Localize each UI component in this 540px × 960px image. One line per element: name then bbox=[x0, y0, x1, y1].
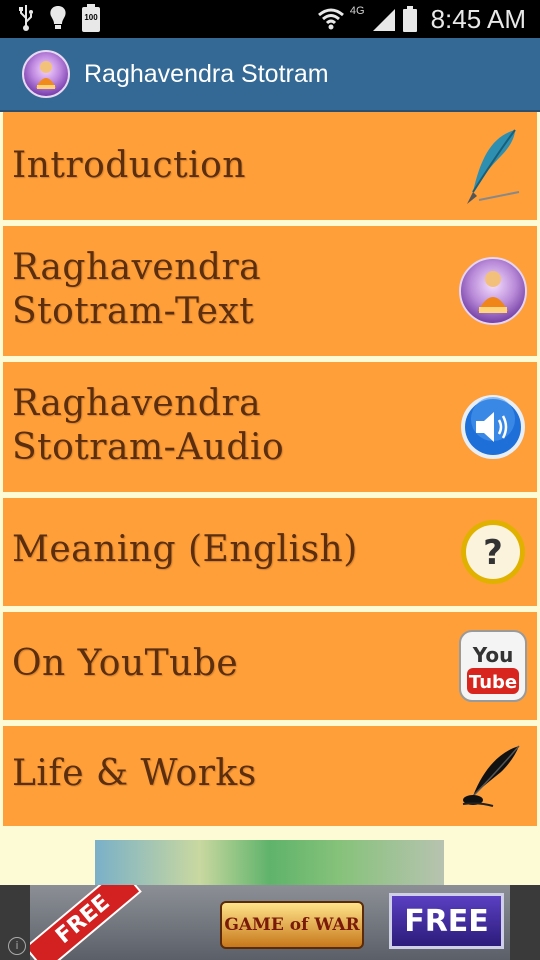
menu-item-introduction[interactable]: Introduction bbox=[3, 112, 537, 220]
clock: 8:45 AM bbox=[430, 3, 526, 34]
menu-item-label-line2: Stotram-Text bbox=[12, 291, 255, 332]
status-bar: 100 4G 8:45 AM bbox=[0, 0, 540, 38]
status-icons-right: 4G 8:45 AM bbox=[317, 0, 526, 38]
svg-text:Tube: Tube bbox=[469, 672, 517, 693]
menu-item-meaning-english[interactable]: Meaning (English) ? bbox=[3, 498, 537, 606]
menu-item-label: Raghavendra bbox=[12, 247, 262, 288]
network-type-label: 4G bbox=[349, 5, 365, 17]
menu-item-life-works[interactable]: Life & Works bbox=[3, 726, 537, 826]
status-icons-left: 100 bbox=[18, 4, 100, 32]
usb-icon bbox=[19, 5, 33, 31]
menu-item-label: Meaning (English) bbox=[12, 529, 358, 570]
svg-text:You: You bbox=[472, 643, 514, 667]
main-menu: Introduction Raghavendra Stotram-Text Ra… bbox=[3, 112, 537, 832]
app-logo-icon[interactable] bbox=[22, 50, 70, 98]
raghavendra-portrait-icon bbox=[459, 257, 527, 325]
battery-level-text: 100 bbox=[84, 13, 98, 22]
ad-info-icon[interactable]: i bbox=[8, 937, 26, 955]
battery-icon bbox=[402, 6, 417, 32]
lightbulb-icon bbox=[50, 6, 66, 29]
ad-free-ribbon: FREE bbox=[30, 885, 142, 960]
feather-inkwell-icon bbox=[462, 745, 520, 807]
app-title: Raghavendra Stotram bbox=[84, 59, 329, 88]
question-mark-icon: ? bbox=[461, 520, 525, 584]
signal-icon bbox=[372, 9, 395, 31]
ad-banner[interactable]: FREE GAME of WAR FREE i bbox=[0, 885, 540, 960]
youtube-icon: You Tube bbox=[459, 630, 527, 702]
quill-pen-icon bbox=[467, 129, 520, 204]
menu-item-stotram-audio[interactable]: Raghavendra Stotram-Audio bbox=[3, 362, 537, 492]
menu-item-youtube[interactable]: On YouTube You Tube bbox=[3, 612, 537, 720]
ad-image-top[interactable] bbox=[95, 840, 444, 886]
ad-free-button[interactable]: FREE bbox=[389, 893, 504, 949]
menu-item-label: Introduction bbox=[12, 145, 246, 186]
menu-item-label: On YouTube bbox=[12, 643, 239, 684]
battery-indicator: 100 bbox=[82, 4, 100, 32]
ad-game-logo: GAME of WAR bbox=[220, 901, 364, 949]
menu-item-label: Life & Works bbox=[12, 753, 257, 794]
wifi-icon bbox=[317, 8, 344, 30]
ad-creative[interactable]: FREE GAME of WAR FREE bbox=[30, 885, 510, 960]
speaker-icon bbox=[461, 395, 525, 459]
action-bar: Raghavendra Stotram bbox=[0, 38, 540, 112]
menu-item-label-line2: Stotram-Audio bbox=[12, 427, 285, 468]
menu-item-stotram-text[interactable]: Raghavendra Stotram-Text bbox=[3, 226, 537, 356]
menu-item-label: Raghavendra bbox=[12, 383, 262, 424]
svg-text:?: ? bbox=[483, 533, 503, 573]
